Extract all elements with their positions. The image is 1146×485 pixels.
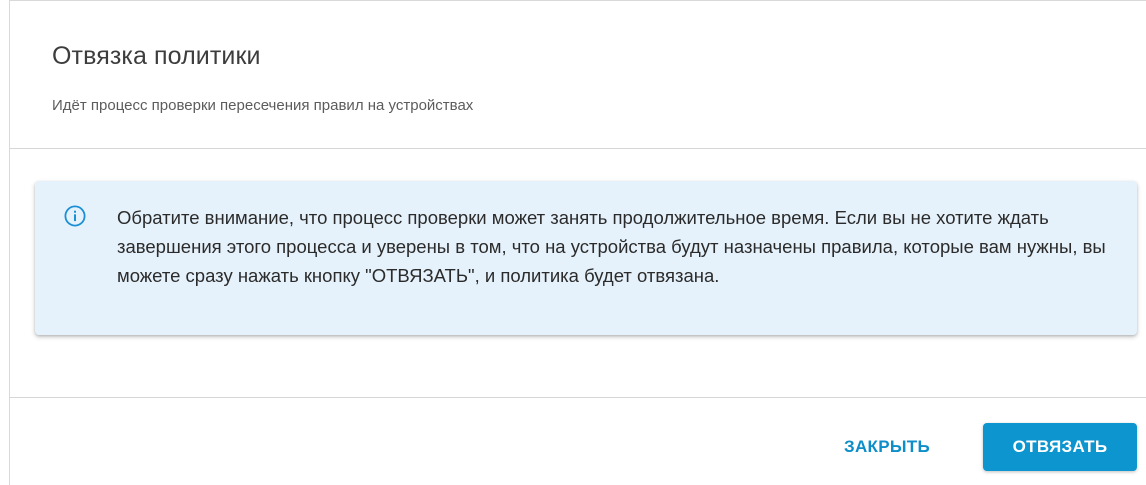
footer-divider (10, 397, 1146, 398)
unbind-policy-dialog: Отвязка политики Идёт процесс проверки п… (9, 0, 1146, 485)
info-icon (64, 205, 86, 227)
dialog-header: Отвязка политики Идёт процесс проверки п… (10, 1, 1146, 149)
detach-button[interactable]: ОТВЯЗАТЬ (983, 423, 1137, 471)
close-button[interactable]: ЗАКРЫТЬ (826, 424, 948, 470)
dialog-title: Отвязка политики (52, 42, 261, 70)
dialog-subtitle: Идёт процесс проверки пересечения правил… (52, 97, 474, 114)
alert-message: Обратите внимание, что процесс проверки … (117, 207, 1106, 286)
info-alert: Обратите внимание, что процесс проверки … (35, 181, 1137, 335)
